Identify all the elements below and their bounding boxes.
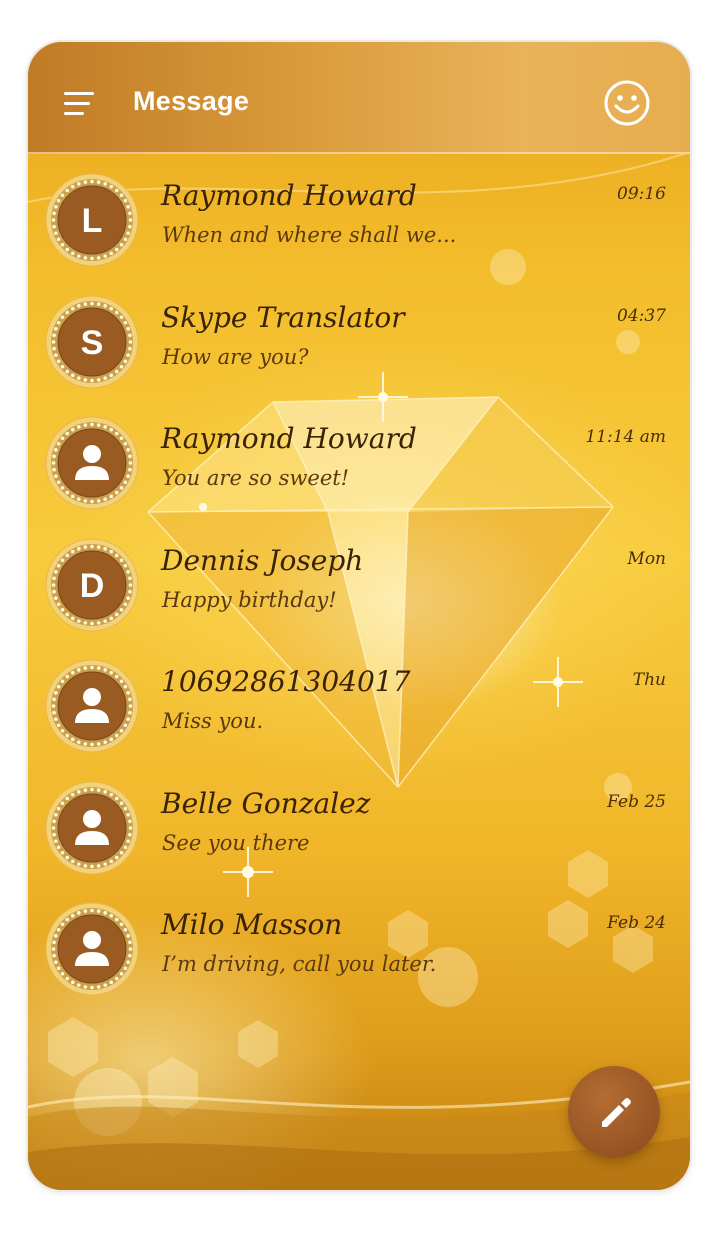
hamburger-menu-icon[interactable]	[64, 92, 94, 116]
conversation-row[interactable]: L Raymond Howard When and where shall we..…	[28, 167, 690, 285]
avatar-letter: L	[82, 202, 103, 240]
message-preview: Happy birthday!	[162, 587, 337, 612]
message-time: Mon	[627, 548, 666, 569]
conversation-row[interactable]: Belle Gonzalez See you there Feb 25	[28, 775, 690, 893]
message-preview: I’m driving, call you later.	[162, 952, 437, 976]
conversation-row[interactable]: 10692861304017 Miss you. Thu	[28, 653, 690, 771]
contact-name: Raymond Howard	[161, 422, 417, 455]
message-time: Feb 24	[607, 913, 666, 933]
pencil-compose-icon	[602, 1098, 631, 1127]
person-avatar-icon[interactable]	[45, 659, 139, 753]
letter-avatar[interactable]: S	[45, 295, 139, 389]
message-preview: You are so sweet!	[162, 466, 350, 490]
message-time: Thu	[632, 670, 666, 690]
conversation-row[interactable]: Milo Masson I’m driving, call you later. F…	[28, 896, 690, 1014]
person-avatar-icon[interactable]	[45, 416, 139, 510]
message-time: 11:14 am	[585, 427, 666, 447]
conversation-row[interactable]: D Dennis Joseph Happy birthday! Mon	[28, 532, 690, 650]
smiley-face-icon[interactable]	[603, 79, 651, 127]
message-preview: See you there	[162, 830, 310, 855]
app-header: Message	[28, 42, 690, 154]
contact-name: Belle Gonzalez	[161, 786, 371, 820]
message-time: 09:16	[617, 184, 666, 204]
person-avatar-icon[interactable]	[45, 902, 139, 996]
letter-avatar[interactable]: L	[45, 173, 139, 267]
message-preview: Miss you.	[162, 709, 264, 733]
contact-name: Milo Masson	[161, 908, 343, 941]
compose-button[interactable]	[568, 1066, 660, 1158]
contact-name: 10692861304017	[161, 665, 411, 698]
contact-name: Skype Translator	[161, 300, 405, 334]
contact-name: Raymond Howard	[161, 179, 417, 212]
conversation-row[interactable]: Raymond Howard You are so sweet! 11:14 am	[28, 410, 690, 528]
page-title: Message	[133, 86, 250, 116]
message-time: 04:37	[617, 305, 666, 326]
avatar-letter: D	[80, 567, 105, 605]
message-time: Feb 25	[607, 791, 666, 812]
phone-screen: Message L Raymond Howard When and where sh…	[28, 42, 690, 1190]
message-preview: When and where shall we...	[162, 223, 457, 247]
conversation-row[interactable]: S Skype Translator How are you? 04:37	[28, 289, 690, 407]
person-avatar-icon[interactable]	[45, 781, 139, 875]
message-preview: How are you?	[162, 344, 309, 369]
letter-avatar[interactable]: D	[45, 538, 139, 632]
contact-name: Dennis Joseph	[161, 543, 364, 577]
avatar-letter: S	[81, 324, 104, 362]
